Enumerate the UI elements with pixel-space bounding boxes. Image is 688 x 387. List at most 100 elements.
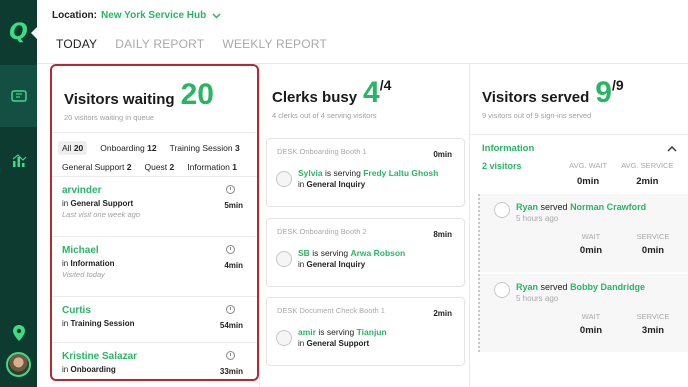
- location-pin-icon: [12, 325, 25, 341]
- filter-information[interactable]: Information 1: [187, 162, 237, 172]
- serving-minutes: 2min: [433, 309, 452, 318]
- served-header: Visitors served 9 /9: [482, 76, 624, 110]
- visitor-note: Visited today: [62, 270, 105, 279]
- wait-minutes: 5min: [224, 201, 243, 210]
- service-label: SERVICE: [636, 232, 670, 241]
- analytics-icon: [12, 154, 26, 167]
- service-filters: All 20 Onboarding 12 Training Session 3 …: [52, 132, 257, 176]
- visitor-name: Kristine Salazar: [62, 351, 138, 362]
- desk-card[interactable]: DESK Onboarding Booth 2 8min SB is servi…: [266, 218, 465, 287]
- location-selector[interactable]: Location: New York Service Hub: [52, 10, 221, 21]
- clerks-subtitle: 4 clerks out of 4 serving visitors: [272, 111, 377, 120]
- list-item[interactable]: Curtis in Training Session 54min: [52, 296, 257, 342]
- clerk-avatar: [276, 251, 292, 267]
- serving-service: in General Inquiry: [298, 260, 366, 269]
- clock-icon: [226, 185, 235, 194]
- clerks-title: Clerks busy: [272, 89, 358, 106]
- serving-service: in General Support: [298, 339, 370, 348]
- avg-service-label: AVG. SERVICE: [621, 161, 674, 170]
- served-column: Visitors served 9 /9 9 visitors out of 9…: [469, 64, 688, 387]
- user-avatar[interactable]: [6, 352, 31, 377]
- chevron-up-icon[interactable]: [667, 145, 677, 152]
- waiting-title: Visitors waiting: [64, 91, 175, 108]
- visitor-service: in General Support: [62, 199, 134, 208]
- served-line: Ryan served Norman Crawford: [516, 202, 647, 212]
- report-tabs: TODAY DAILY REPORT WEEKLY REPORT: [56, 37, 327, 51]
- visitor-name: Michael: [62, 245, 99, 256]
- chevron-down-icon: [212, 12, 221, 19]
- served-entry[interactable]: Ryan served Norman Crawford 5 hours ago …: [478, 194, 688, 272]
- waiting-visitor-list: arvinder in General Support Last visit o…: [52, 176, 257, 379]
- desk-card[interactable]: DESK Onboarding Booth 1 0min Sylvia is s…: [266, 138, 465, 207]
- group-header[interactable]: Information: [482, 139, 677, 157]
- side-rail: Q: [0, 0, 38, 387]
- clerk-avatar: [276, 330, 292, 346]
- service-value: 0min: [641, 245, 665, 256]
- visitor-service: in Information: [62, 259, 115, 268]
- wait-label: WAIT: [581, 232, 601, 241]
- served-entry[interactable]: Ryan served Bobby Dandridge 5 hours ago …: [478, 274, 688, 352]
- ticket-icon: [10, 90, 27, 102]
- clerks-column: Clerks busy 4 /4 4 clerks out of 4 servi…: [259, 64, 469, 387]
- nav-queue[interactable]: [0, 65, 37, 127]
- desk-label: DESK Document Check Booth 1: [277, 306, 385, 315]
- nav-locations[interactable]: [0, 316, 37, 350]
- tab-weekly-report[interactable]: WEEKLY REPORT: [222, 37, 327, 51]
- location-value: New York Service Hub: [101, 10, 207, 21]
- tab-daily-report[interactable]: DAILY REPORT: [115, 37, 204, 51]
- wait-minutes: 4min: [224, 261, 243, 270]
- served-group-information: Information 2 visitors AVG. WAIT 0min AV…: [470, 134, 688, 187]
- waiting-count: 20: [180, 78, 214, 111]
- list-item[interactable]: Kristine Salazar in Onboarding 33min: [52, 342, 257, 379]
- serving-line: Sylvia is serving Fredy Laltu Ghosh: [298, 168, 439, 178]
- location-label: Location:: [52, 10, 97, 21]
- filter-onboarding[interactable]: Onboarding 12: [100, 143, 156, 153]
- filter-quest[interactable]: Quest 2: [144, 162, 174, 172]
- filter-general-support[interactable]: General Support 2: [62, 162, 131, 172]
- avg-wait-label: AVG. WAIT: [569, 161, 608, 170]
- clock-icon: [226, 351, 235, 360]
- clerk-avatar: [494, 282, 510, 298]
- logo-letter: Q: [9, 19, 28, 45]
- visitor-name: Curtis: [62, 305, 91, 316]
- serving-service: in General Inquiry: [298, 180, 366, 189]
- served-count: 9: [595, 76, 612, 109]
- wait-minutes: 33min: [219, 367, 243, 376]
- wait-value: 0min: [579, 245, 603, 256]
- desk-label: DESK Onboarding Booth 1: [277, 147, 367, 156]
- list-item[interactable]: Michael in Information Visited today 4mi…: [52, 236, 257, 296]
- group-visitor-count: 2 visitors: [482, 161, 522, 171]
- desk-label: DESK Onboarding Booth 2: [277, 227, 367, 236]
- served-total: /9: [611, 77, 624, 93]
- visitors-waiting-panel: Visitors waiting 20 20 visitors waiting …: [50, 64, 259, 381]
- waiting-header: Visitors waiting 20: [64, 78, 214, 112]
- serving-minutes: 8min: [433, 230, 452, 239]
- waiting-column: Visitors waiting 20 20 visitors waiting …: [37, 64, 267, 387]
- waiting-subtitle: 20 visitors waiting in queue: [64, 113, 155, 122]
- service-label: SERVICE: [636, 312, 670, 321]
- serving-minutes: 0min: [433, 150, 452, 159]
- avg-wait-value: 0min: [577, 176, 600, 187]
- group-stats: 2 visitors AVG. WAIT 0min AVG. SERVICE 2…: [482, 161, 677, 187]
- served-time-ago: 5 hours ago: [516, 294, 559, 303]
- served-subtitle: 9 visitors out of 9 sign-ins served: [482, 111, 592, 120]
- serving-line: SB is serving Arwa Robson: [298, 248, 406, 258]
- tab-today[interactable]: TODAY: [56, 37, 97, 51]
- visitor-name: arvinder: [62, 185, 102, 196]
- served-time-ago: 5 hours ago: [516, 214, 559, 223]
- nav-analytics[interactable]: [0, 135, 37, 187]
- filter-all[interactable]: All 20: [58, 140, 88, 155]
- served-line: Ryan served Bobby Dandridge: [516, 282, 646, 292]
- group-name: Information: [482, 142, 535, 154]
- clerk-avatar: [494, 202, 510, 218]
- clerks-header: Clerks busy 4 /4: [272, 76, 391, 110]
- wait-label: WAIT: [581, 312, 601, 321]
- list-item[interactable]: arvinder in General Support Last visit o…: [52, 176, 257, 236]
- desk-card[interactable]: DESK Document Check Booth 1 2min amir is…: [266, 297, 465, 366]
- avg-service-value: 2min: [636, 176, 659, 187]
- service-value: 3min: [641, 325, 665, 336]
- clerk-avatar: [276, 171, 292, 187]
- served-title: Visitors served: [482, 89, 590, 106]
- filter-training-session[interactable]: Training Session 3: [170, 143, 240, 153]
- top-bar: Location: New York Service Hub TODAY DAI…: [37, 0, 688, 64]
